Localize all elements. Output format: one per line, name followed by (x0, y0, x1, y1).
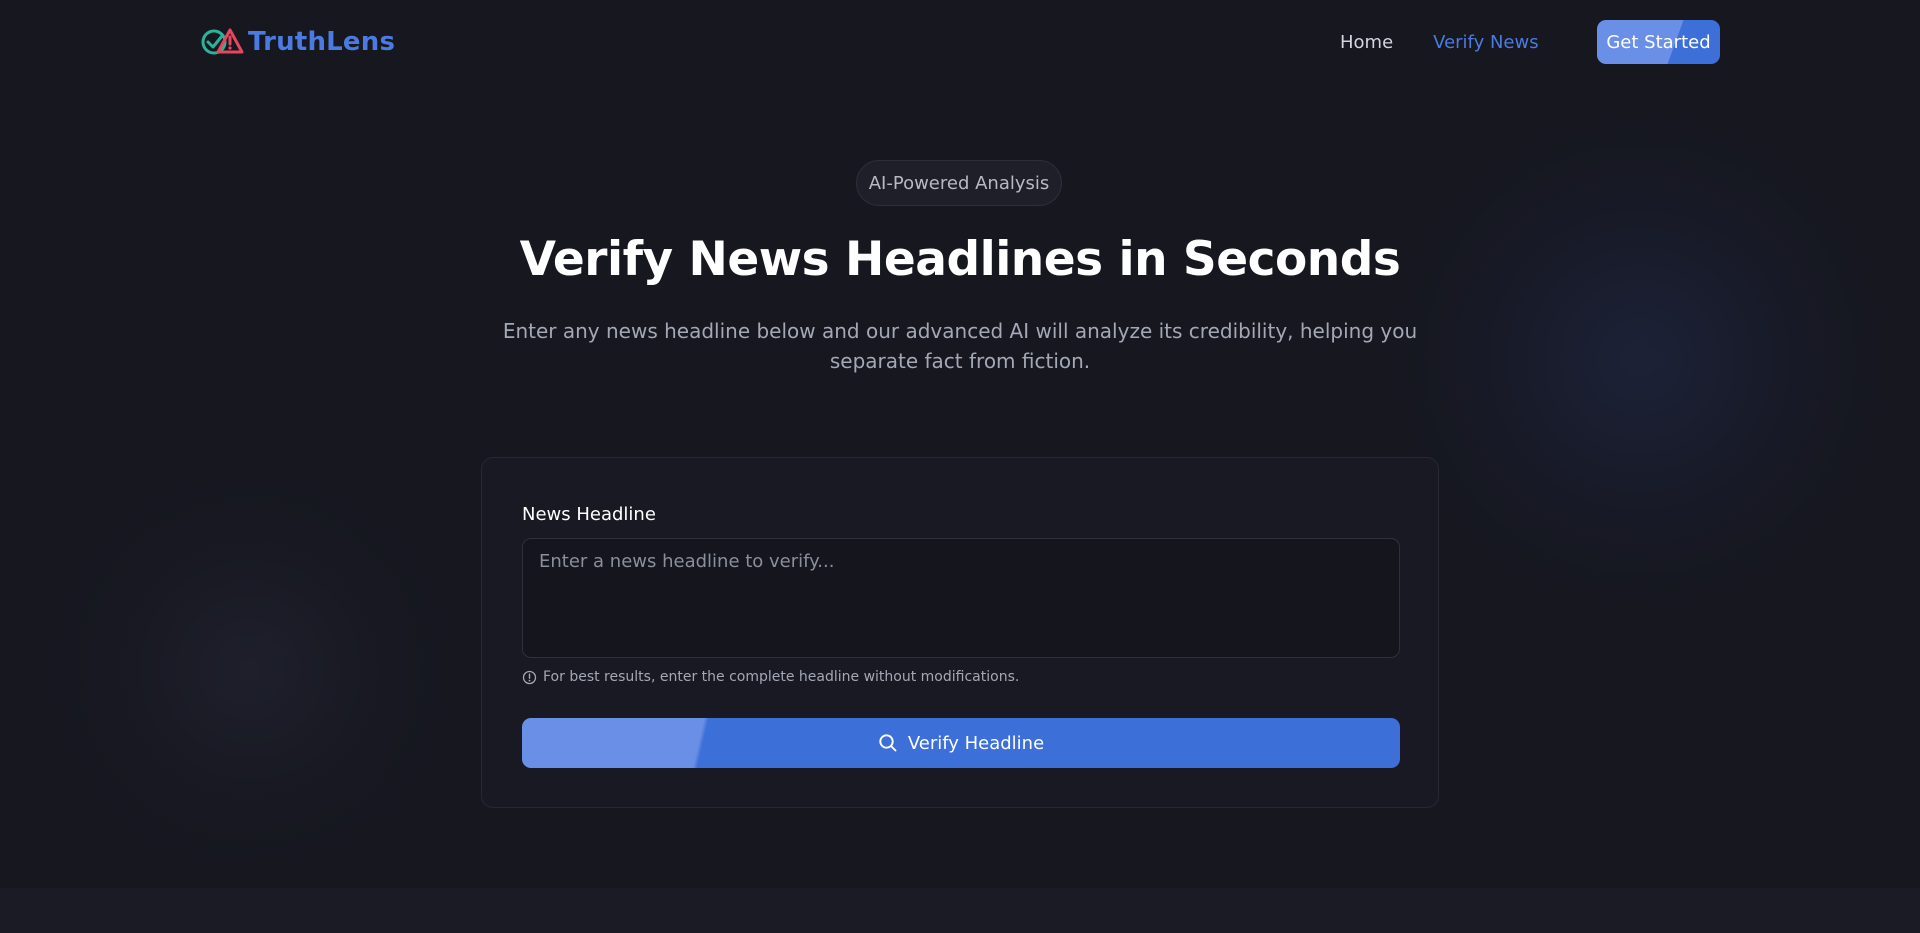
ai-powered-badge: AI-Powered Analysis (856, 160, 1062, 206)
background-glow-left (50, 480, 450, 860)
brand-logo[interactable]: TruthLens (200, 24, 395, 60)
nav-link-home[interactable]: Home (1340, 32, 1393, 53)
verify-headline-button[interactable]: Verify Headline (522, 718, 1400, 768)
verify-headline-label: Verify Headline (907, 732, 1045, 754)
nav-link-verify-news[interactable]: Verify News (1433, 32, 1538, 53)
verify-form-card: News Headline For best results, enter th… (481, 457, 1439, 808)
next-section-band (0, 888, 1920, 933)
info-circle-icon (522, 670, 537, 685)
check-alert-logo-icon (200, 25, 246, 59)
background-glow-right (1400, 120, 1880, 600)
main-nav: Home Verify News (1340, 20, 1579, 64)
input-hint-text: For best results, enter the complete hea… (543, 669, 1020, 685)
headline-field-label: News Headline (522, 504, 656, 525)
search-icon (878, 733, 898, 753)
page-title: Verify News Headlines in Seconds (519, 232, 1401, 287)
page-subtitle: Enter any news headline below and our ad… (502, 319, 1418, 373)
headline-input[interactable] (522, 538, 1400, 658)
input-hint: For best results, enter the complete hea… (522, 669, 1019, 685)
brand-name: TruthLens (248, 27, 396, 57)
site-header: TruthLens Home Verify News Get Started (0, 0, 1920, 84)
get-started-button[interactable]: Get Started (1597, 20, 1720, 64)
